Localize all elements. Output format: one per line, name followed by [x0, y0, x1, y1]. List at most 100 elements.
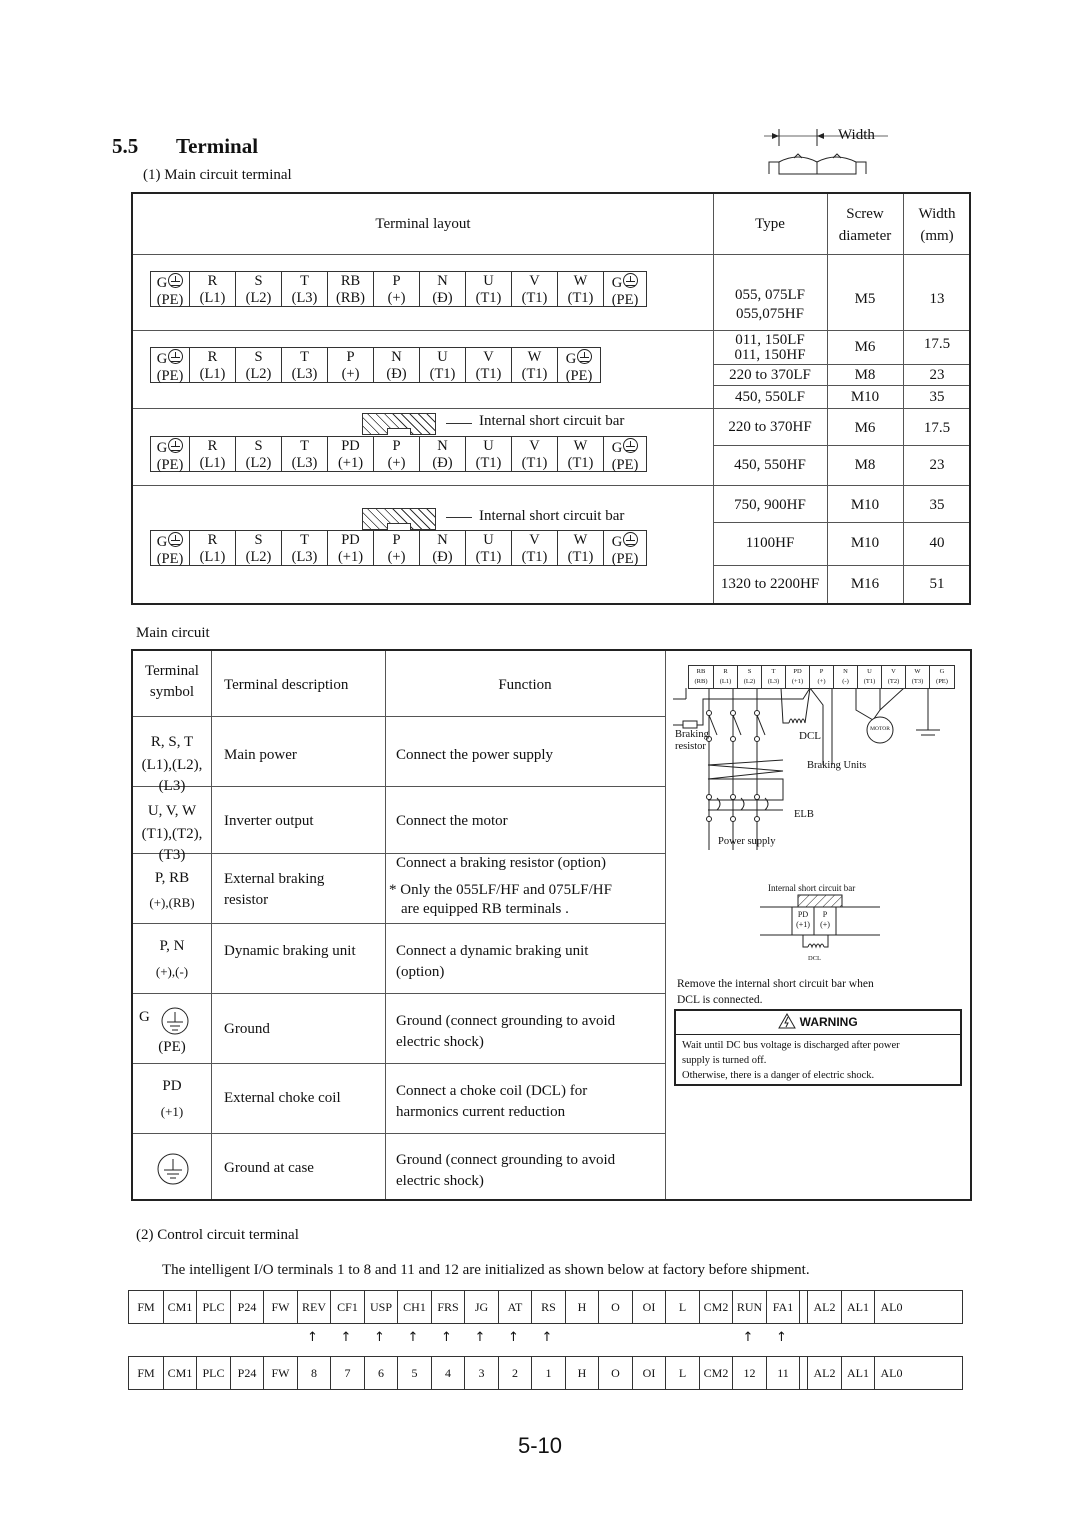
header-width-1: Width: [918, 206, 956, 222]
control-terminal-cell: AL1: [841, 1357, 874, 1389]
terminal-cell: U (T1): [465, 531, 511, 565]
width-cell: 17.5: [923, 336, 951, 352]
arrow-spacer: [664, 1330, 698, 1350]
terminal-cell: T (L3): [281, 437, 327, 471]
terminal-alias: (L2): [245, 549, 272, 565]
terminal-alias: (PE): [156, 368, 184, 384]
function-cell: Ground (connect grounding to avoid: [396, 1013, 616, 1029]
terminal-cell: P (+): [373, 531, 419, 565]
header-symbol-2: symbol: [149, 684, 195, 700]
terminal-cell: V (T1): [511, 272, 557, 306]
control-terminal-cell: FM: [137, 1366, 155, 1380]
arrow-up-icon: ↑: [742, 1330, 754, 1345]
terminal-alias: (PE): [156, 292, 184, 308]
warning-text: Wait until DC bus voltage is discharged …: [682, 1040, 900, 1081]
terminal-name: G: [156, 275, 168, 291]
control-terminal-cell: 3: [464, 1357, 498, 1389]
control-terminal-cell: JG: [464, 1291, 498, 1323]
terminal-alias: (+1): [337, 455, 364, 471]
short-bar-terminal-pd: PD (+1): [796, 910, 810, 929]
width-cell: 35: [929, 389, 945, 405]
terminal-cell: W (T1): [557, 272, 603, 306]
terminal-name: T: [300, 273, 309, 289]
terminal-alias: (L3): [291, 549, 318, 565]
width-cell: 13: [929, 291, 945, 307]
description-cell: Ground: [224, 1021, 270, 1037]
screw-cell: M8: [854, 367, 876, 383]
terminal-cell: S (L2): [235, 348, 281, 382]
wiring-terminal-cell: U (T1): [857, 666, 881, 688]
ground-icon: [168, 532, 184, 547]
symbol-cell: PD: [162, 1078, 182, 1094]
terminal-cell: G (PE): [151, 272, 189, 308]
short-bar-terminal-p: P (+): [820, 910, 830, 929]
terminal-cell: P (+): [373, 437, 419, 471]
control-terminal-cell: 12: [732, 1357, 766, 1389]
terminal-name: V: [529, 273, 540, 289]
terminal-alias: (PE): [611, 457, 639, 473]
header-screw-2: diameter: [838, 228, 892, 244]
terminal-cell: RB (RB): [327, 272, 373, 306]
terminal-alias: (L1): [199, 549, 226, 565]
terminal-cell: W (T1): [557, 531, 603, 565]
braking-units-label: Braking Units: [807, 760, 867, 771]
terminal-name: S: [254, 532, 263, 548]
terminal-name: N: [437, 532, 448, 548]
wiring-terminal-cell: P (+): [809, 666, 833, 688]
terminal-cell: R (L1): [189, 531, 235, 565]
terminal-cell: V (T1): [511, 531, 557, 565]
terminal-name: N: [437, 438, 448, 454]
wiring-terminal-cell: RB (RB): [694, 668, 708, 685]
control-terminal-cell: H: [565, 1357, 598, 1389]
terminal-cell: V (T1): [511, 437, 557, 471]
ground-icon: [623, 438, 639, 453]
ground-at-case-icon: [157, 1153, 189, 1185]
terminal-cell: U (T1): [465, 272, 511, 306]
arrow-up-icon: ↑: [307, 1330, 318, 1345]
type-cell: 220 to 370LF: [729, 367, 811, 383]
wiring-terminal-cell: PD (+1): [785, 666, 809, 688]
symbol-cell: P, RB: [154, 870, 190, 886]
control-terminal-cell: CM1: [163, 1357, 196, 1389]
type-cell: 055,075HF: [736, 306, 804, 322]
terminal-cell: S (L2): [235, 531, 281, 565]
wiring-terminal-cell: S (L2): [737, 666, 761, 688]
wiring-terminal-cell: W (T3): [905, 666, 929, 688]
short-circuit-bar-icon: [362, 508, 436, 530]
terminal-strip-2: G (PE) R (L1) S (L2) T (L3) P (+) N (Đ) U (T1) V (T1) W(…: [150, 347, 601, 384]
terminal-name: R: [207, 273, 218, 289]
wiring-terminal-cell: N (-): [833, 666, 857, 688]
arrow-up-icon: ↑: [374, 1330, 385, 1345]
arrow-spacer: [597, 1330, 631, 1350]
terminal-cell: R (L1): [189, 272, 235, 306]
control-terminal-cell: OI: [632, 1291, 665, 1323]
header-terminal-layout: Terminal layout: [375, 216, 471, 232]
width-cell: 40: [929, 535, 945, 551]
terminal-alias: (PE): [156, 551, 184, 567]
control-terminal-cell: 2: [498, 1357, 531, 1389]
function-cell: Connect the power supply: [396, 747, 554, 763]
wiring-terminal-cell: T (L3): [761, 666, 785, 688]
warning-triangle-icon: [778, 1012, 797, 1037]
wiring-terminal-cell: V (T2): [881, 666, 905, 688]
terminal-name: R: [207, 532, 218, 548]
motor-label: MOTOR: [870, 726, 890, 732]
arrow-spacer: [631, 1330, 664, 1350]
width-cell: 51: [929, 576, 945, 592]
arrow-spacer: [798, 1330, 806, 1350]
control-terminal-cell: [799, 1357, 807, 1389]
control-terminal-cell: CF1: [330, 1291, 364, 1323]
type-cell: 1320 to 2200HF: [720, 576, 820, 592]
arrow-spacer: [162, 1330, 195, 1350]
short-bar-dcl-label: DCL: [808, 955, 821, 962]
control-terminal-cell: CM1: [163, 1291, 196, 1323]
terminal-name: N: [391, 349, 402, 365]
width-label: Width: [838, 127, 875, 143]
control-terminal-cell: CM2: [699, 1357, 732, 1389]
control-terminal-cell: RUN: [732, 1291, 766, 1323]
terminal-alias: (T1): [521, 549, 548, 565]
terminal-cell: G (PE): [151, 348, 189, 384]
header-symbol-1: Terminal: [145, 663, 199, 679]
terminal-alias: (Đ): [432, 549, 453, 565]
symbol-cell: R, S, T: [150, 734, 194, 750]
